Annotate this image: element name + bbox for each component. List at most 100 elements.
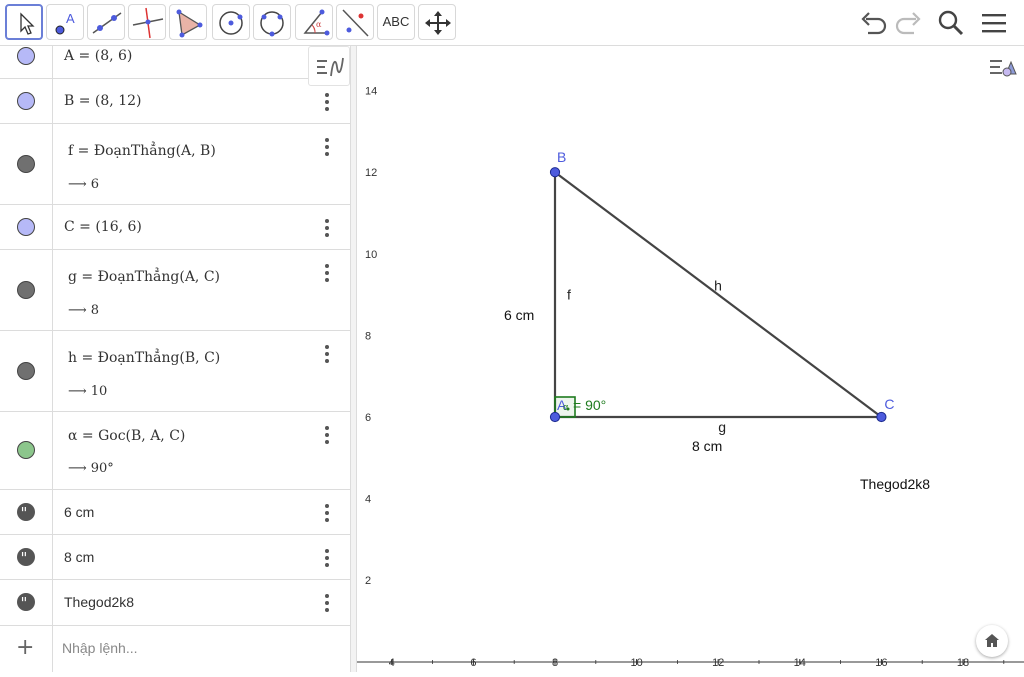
segment-label-g: g [718, 419, 726, 435]
text-tool-button[interactable]: ABC [377, 4, 415, 40]
more-options-icon[interactable] [320, 92, 334, 112]
reflect-tool-button[interactable] [336, 4, 374, 40]
algebra-definition: B = (8, 12) [64, 93, 142, 109]
y-tick-label: 14 [365, 86, 377, 98]
reflect-line-icon [342, 9, 369, 37]
y-tick-label: 12 [365, 167, 377, 179]
algebra-definition: Thegod2k8 [64, 594, 135, 610]
line-tool-button[interactable] [87, 4, 125, 40]
segment-label-h: h [714, 278, 722, 294]
more-options-icon[interactable] [320, 593, 334, 613]
more-options-icon[interactable] [320, 548, 334, 568]
polygon-icon [176, 9, 203, 38]
visibility-toggle[interactable] [17, 441, 35, 459]
algebra-input-row[interactable]: + [0, 626, 350, 672]
visibility-toggle[interactable] [17, 155, 35, 173]
algebra-definition: C = (16, 6) [64, 219, 142, 235]
angle-tool-button[interactable]: α [295, 4, 333, 40]
circle-three-points-tool-button[interactable] [253, 4, 291, 40]
redo-button[interactable] [892, 6, 926, 40]
segments [553, 171, 883, 419]
more-options-icon[interactable] [320, 218, 334, 238]
segment-label-f: f [567, 287, 571, 303]
algebra-definition: α = Goc(B, A, C) [68, 428, 186, 444]
graphics-view[interactable]: 46810121416182468101214 ABCα= 90°fgh6 cm… [357, 46, 1024, 672]
undo-button[interactable] [856, 6, 890, 40]
sort-function-icon [317, 57, 344, 77]
more-options-icon[interactable] [320, 263, 334, 283]
visibility-toggle[interactable] [17, 92, 35, 110]
algebra-definition: h = ĐoạnThẳng(B, C) [68, 350, 221, 366]
text-author: Thegod2k8 [860, 476, 930, 492]
text-quote-icon[interactable]: " [17, 503, 35, 521]
more-options-icon[interactable] [320, 503, 334, 523]
algebra-row-f[interactable]: f = ĐoạnThẳng(A, B) ⟶ 6 [0, 124, 350, 205]
text-quote-icon[interactable]: " [17, 593, 35, 611]
visibility-toggle[interactable] [17, 362, 35, 380]
more-options-icon[interactable] [320, 425, 334, 445]
more-options-icon[interactable] [320, 137, 334, 157]
algebra-view: A = (8, 6) B = (8, 12) f = ĐoạnThẳng(A, … [0, 46, 351, 672]
y-tick-label: 2 [365, 575, 371, 587]
svg-text:": " [21, 594, 28, 611]
line-icon [92, 12, 122, 34]
point-A [549, 411, 561, 423]
graphics-style-icon [990, 60, 1017, 77]
y-tick-label: 6 [365, 412, 371, 424]
algebra-settings-button[interactable] [308, 46, 350, 86]
point-tool-button[interactable]: A [46, 4, 84, 40]
main-menu-button[interactable] [977, 6, 1011, 40]
svg-text:": " [21, 504, 28, 521]
text-quote-icon[interactable]: " [17, 548, 35, 566]
algebra-output: ⟶ 10 [68, 384, 108, 399]
algebra-row-text-author[interactable]: " Thegod2k8 [0, 580, 350, 626]
visibility-toggle[interactable] [17, 281, 35, 299]
move-arrows-icon [425, 11, 451, 35]
y-tick-label: 4 [365, 494, 371, 506]
perpendicular-tool-button[interactable] [128, 4, 166, 40]
more-options-icon[interactable] [320, 344, 334, 364]
circle-center-tool-button[interactable] [212, 4, 250, 40]
command-input[interactable] [62, 640, 332, 656]
polygon-tool-button[interactable] [169, 4, 207, 40]
search-button[interactable] [934, 6, 968, 40]
svg-text:": " [21, 549, 28, 566]
algebra-definition: g = ĐoạnThẳng(A, C) [68, 269, 221, 285]
angle-value-label: = 90° [573, 397, 606, 413]
toolbar: A α ABC [0, 0, 1024, 46]
point-C [876, 411, 887, 423]
plus-icon[interactable]: + [16, 637, 34, 659]
algebra-row-A[interactable]: A = (8, 6) [0, 46, 350, 79]
angle-symbol: α [563, 402, 568, 412]
home-icon [985, 634, 999, 647]
algebra-row-alpha[interactable]: α = Goc(B, A, C) ⟶ 90° [0, 412, 350, 490]
hamburger-menu-icon [982, 14, 1006, 33]
graphics-canvas[interactable]: 46810121416182468101214 ABCα= 90°fgh6 cm… [357, 46, 1024, 672]
circle-center-icon [219, 11, 243, 35]
visibility-toggle[interactable] [17, 218, 35, 236]
standard-view-button[interactable] [976, 625, 1008, 657]
search-icon [938, 10, 964, 36]
algebra-row-text-8cm[interactable]: " 8 cm [0, 535, 350, 580]
y-tick-label: 8 [365, 330, 371, 342]
circle-three-points-icon [260, 11, 284, 37]
algebra-output: ⟶ 90° [68, 461, 114, 476]
algebra-row-h[interactable]: h = ĐoạnThẳng(B, C) ⟶ 10 [0, 331, 350, 412]
y-tick-label: 10 [365, 249, 377, 261]
undo-icon [861, 12, 887, 35]
algebra-row-text-6cm[interactable]: " 6 cm [0, 490, 350, 535]
algebra-row-C[interactable]: C = (16, 6) [0, 205, 350, 250]
move-tool-button[interactable] [5, 4, 43, 40]
algebra-row-B[interactable]: B = (8, 12) [0, 79, 350, 124]
text-8cm: 8 cm [692, 438, 722, 454]
graphics-settings-button[interactable] [982, 48, 1024, 88]
algebra-row-g[interactable]: g = ĐoạnThẳng(A, C) ⟶ 8 [0, 250, 350, 331]
point-B [549, 167, 561, 178]
text-6cm: 6 cm [504, 307, 534, 323]
algebra-definition: 6 cm [64, 504, 95, 520]
redo-icon [895, 12, 921, 35]
cursor-arrow-icon [20, 12, 35, 35]
visibility-toggle[interactable] [17, 47, 35, 65]
point-label-C: C [884, 396, 894, 412]
move-graphics-tool-button[interactable] [418, 4, 456, 40]
